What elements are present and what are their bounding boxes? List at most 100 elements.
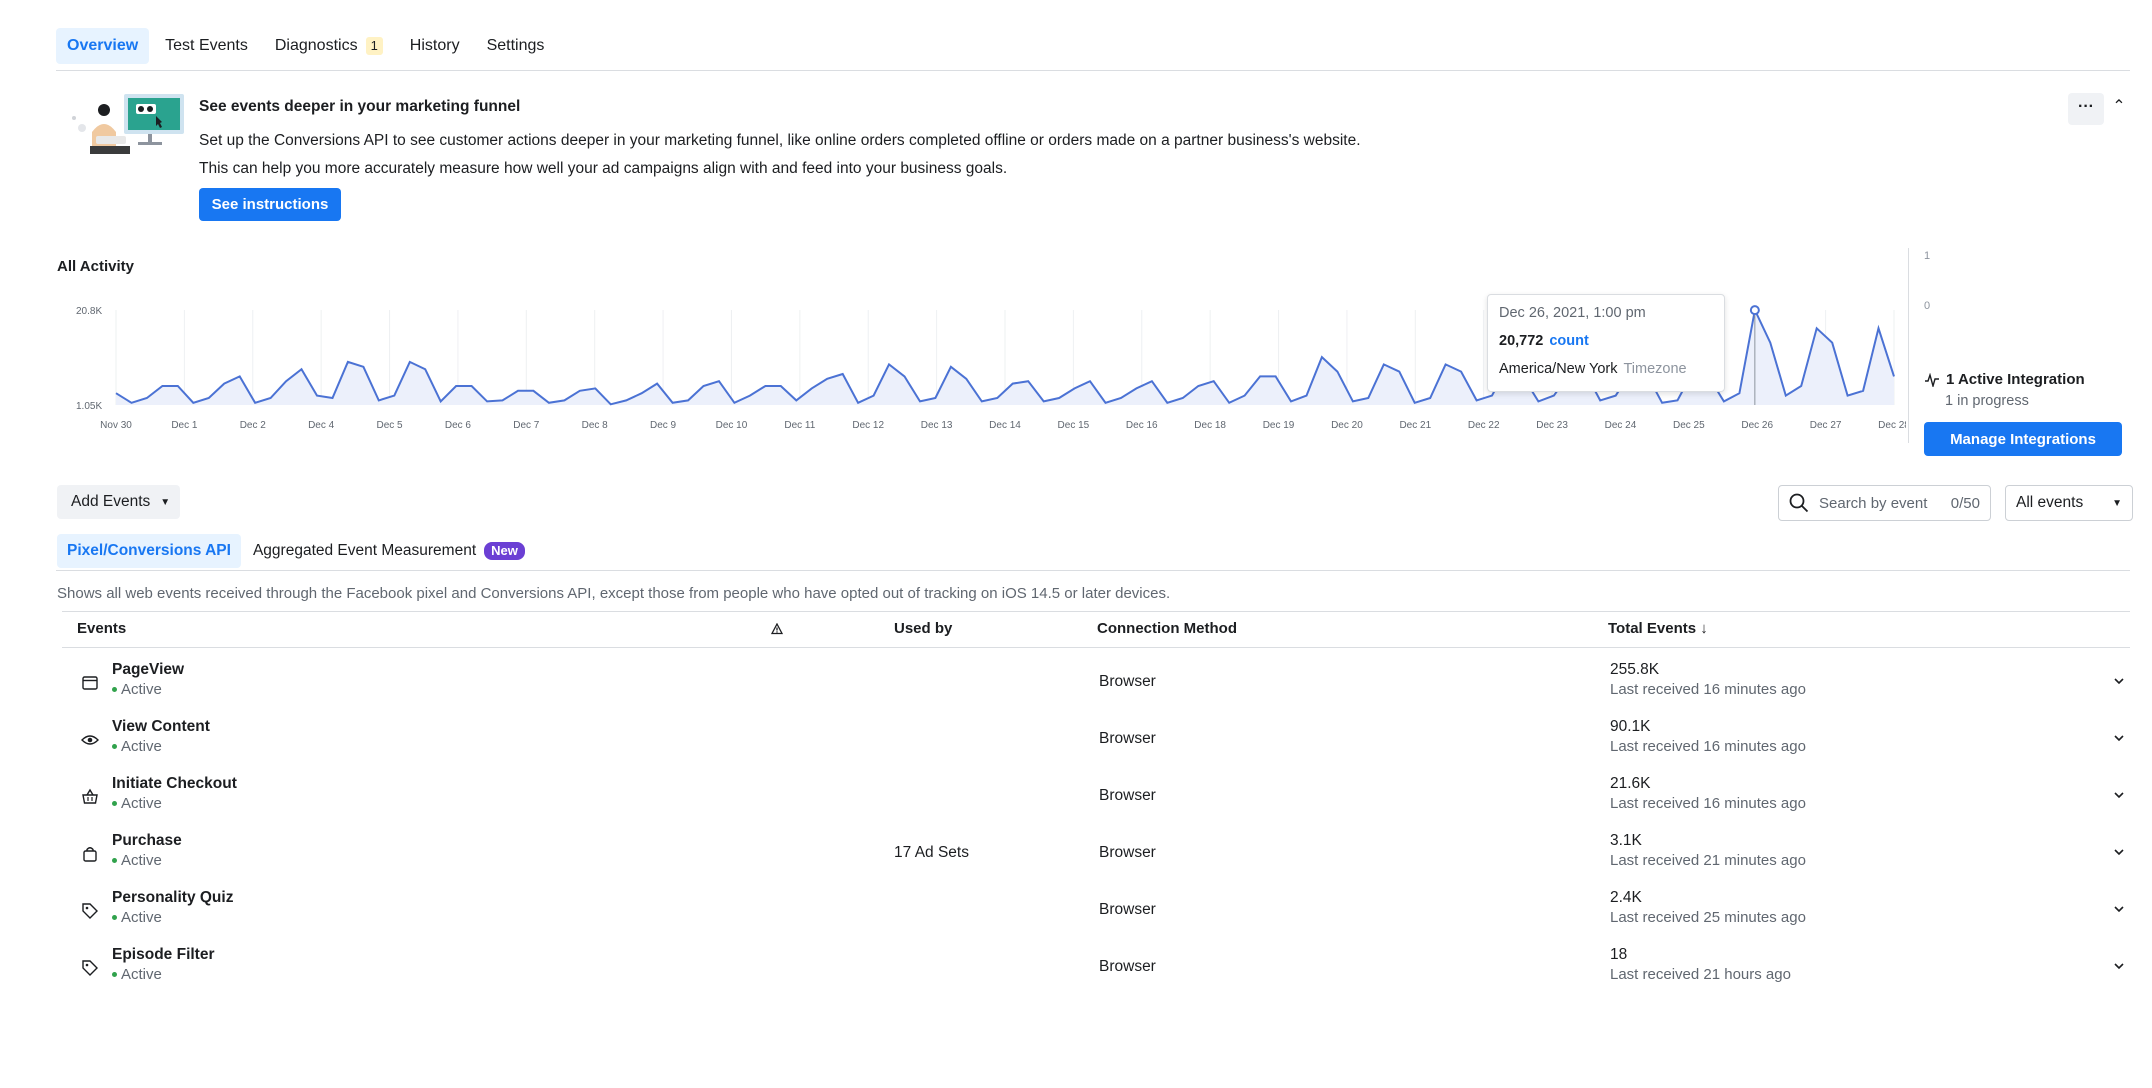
add-events-dropdown[interactable]: Add Events ▼: [57, 485, 180, 519]
browser-window-icon: [82, 676, 98, 690]
new-badge: New: [484, 542, 525, 560]
activity-title: All Activity: [57, 258, 134, 275]
divider: [62, 611, 2130, 612]
chevron-down-icon[interactable]: [2112, 788, 2126, 802]
x-tick-label: Dec 4: [308, 420, 335, 431]
status-label: Active: [121, 681, 162, 698]
tab-test-events[interactable]: Test Events: [154, 28, 259, 64]
column-header-total-events[interactable]: Total Events ↓: [1608, 620, 1708, 637]
search-icon: [1789, 493, 1809, 513]
see-instructions-button[interactable]: See instructions: [199, 188, 341, 221]
active-integration-summary: 1 Active Integration: [1924, 371, 2085, 388]
event-name: Episode Filter: [112, 946, 215, 963]
event-name: Initiate Checkout: [112, 775, 237, 792]
x-tick-label: Dec 21: [1399, 420, 1431, 431]
tab-label: Diagnostics: [274, 37, 358, 54]
tooltip-timezone-value: America/New York: [1499, 361, 1618, 377]
active-status-dot: [112, 801, 117, 806]
connection-method: Browser: [1099, 958, 1156, 975]
status-label: Active: [121, 795, 162, 812]
tab-label: Pixel/Conversions API: [67, 542, 231, 559]
last-received: Last received 21 minutes ago: [1610, 852, 1806, 869]
tab-diagnostics[interactable]: Diagnostics 1: [264, 28, 394, 64]
event-name: PageView: [112, 661, 185, 678]
x-tick-label: Dec 25: [1673, 420, 1705, 431]
x-tick-label: Dec 16: [1126, 420, 1158, 431]
y-tick-label: 1.05K: [76, 401, 102, 412]
last-received: Last received 25 minutes ago: [1610, 909, 1806, 926]
banner-description: Set up the Conversions API to see custom…: [199, 132, 1361, 149]
table-row[interactable]: Purchase Active 17 Ad Sets Browser 3.1K …: [62, 825, 2130, 882]
event-status: Active: [112, 738, 162, 755]
total-events: 21.6K: [1610, 775, 1651, 792]
chevron-down-icon[interactable]: [2112, 731, 2126, 745]
x-tick-label: Dec 11: [784, 420, 815, 431]
side-chart-tick: 1: [1924, 250, 1931, 262]
column-header-events[interactable]: Events: [77, 620, 126, 637]
active-integration-title: 1 Active Integration: [1946, 371, 2085, 388]
table-row[interactable]: Initiate Checkout Active Browser 21.6K L…: [62, 768, 2130, 825]
tab-history[interactable]: History: [399, 28, 471, 64]
event-filter-dropdown[interactable]: All events ▼: [2005, 485, 2133, 521]
tag-icon: [82, 960, 98, 976]
marketing-funnel-illustration: [72, 94, 184, 154]
table-row[interactable]: Episode Filter Active Browser 18 Last re…: [62, 939, 2130, 996]
total-events: 255.8K: [1610, 661, 1660, 678]
divider: [56, 570, 2130, 571]
x-tick-label: Dec 23: [1536, 420, 1568, 431]
connection-method: Browser: [1099, 901, 1156, 918]
sub-tab-bar: Pixel/Conversions API Aggregated Event M…: [57, 534, 537, 568]
tab-pixel-conversions-api[interactable]: Pixel/Conversions API: [57, 534, 241, 568]
active-status-dot: [112, 744, 117, 749]
connection-method: Browser: [1099, 844, 1156, 861]
tooltip-count: 20,772: [1499, 333, 1544, 349]
tooltip-date: Dec 26, 2021, 1:00 pm: [1499, 305, 1646, 321]
x-tick-label: Dec 20: [1331, 420, 1363, 431]
chevron-down-icon[interactable]: [2112, 959, 2126, 973]
warning-triangle-icon[interactable]: [771, 623, 783, 635]
highlighted-point: [1749, 305, 1760, 316]
table-row[interactable]: PageView Active Browser 255.8K Last rece…: [62, 654, 2130, 711]
x-tick-label: Dec 19: [1263, 420, 1295, 431]
event-filter-label: All events: [2016, 494, 2084, 511]
event-status: Active: [112, 795, 162, 812]
connection-method: Browser: [1099, 730, 1156, 747]
chevron-down-icon[interactable]: [2112, 674, 2126, 688]
more-options-button[interactable]: ···: [2068, 93, 2104, 125]
shopping-bag-icon: [83, 847, 97, 862]
active-status-dot: [112, 915, 117, 920]
chevron-down-icon[interactable]: [2112, 902, 2126, 916]
divider: [56, 70, 2130, 71]
x-tick-label: Dec 22: [1468, 420, 1500, 431]
active-status-dot: [112, 858, 117, 863]
eye-icon: [81, 735, 99, 745]
tab-aggregated-event-measurement[interactable]: Aggregated Event Measurement New: [243, 534, 535, 568]
x-tick-label: Dec 9: [650, 420, 677, 431]
column-header-used-by[interactable]: Used by: [894, 620, 952, 637]
chevron-down-icon[interactable]: [2112, 845, 2126, 859]
tab-label: Overview: [67, 37, 139, 54]
caret-down-icon: ▼: [160, 496, 171, 508]
tooltip-timezone-label: Timezone: [1623, 361, 1687, 377]
events-description: Shows all web events received through th…: [57, 585, 1171, 602]
tab-settings[interactable]: Settings: [476, 28, 556, 64]
search-input[interactable]: [1819, 494, 1939, 512]
tab-overview[interactable]: Overview: [56, 28, 150, 64]
manage-integrations-button[interactable]: Manage Integrations: [1924, 422, 2122, 456]
table-row[interactable]: Personality Quiz Active Browser 2.4K Las…: [62, 882, 2130, 939]
tab-label: History: [409, 37, 460, 54]
collapse-chevron-icon[interactable]: ⌃: [2109, 96, 2129, 120]
x-tick-label: Dec 8: [582, 420, 609, 431]
table-row[interactable]: View Content Active Browser 90.1K Last r…: [62, 711, 2130, 768]
last-received: Last received 16 minutes ago: [1610, 795, 1806, 812]
connection-method: Browser: [1099, 673, 1156, 690]
used-by[interactable]: 17 Ad Sets: [894, 844, 969, 862]
x-tick-label: Dec 15: [1058, 420, 1090, 431]
vertical-divider: [1908, 248, 1909, 443]
search-event-box[interactable]: 0/50: [1778, 485, 1991, 521]
tab-label: Settings: [486, 37, 545, 54]
event-status: Active: [112, 852, 162, 869]
x-tick-label: Nov 30: [100, 420, 132, 431]
last-received: Last received 16 minutes ago: [1610, 681, 1806, 698]
column-header-connection-method[interactable]: Connection Method: [1097, 620, 1237, 637]
